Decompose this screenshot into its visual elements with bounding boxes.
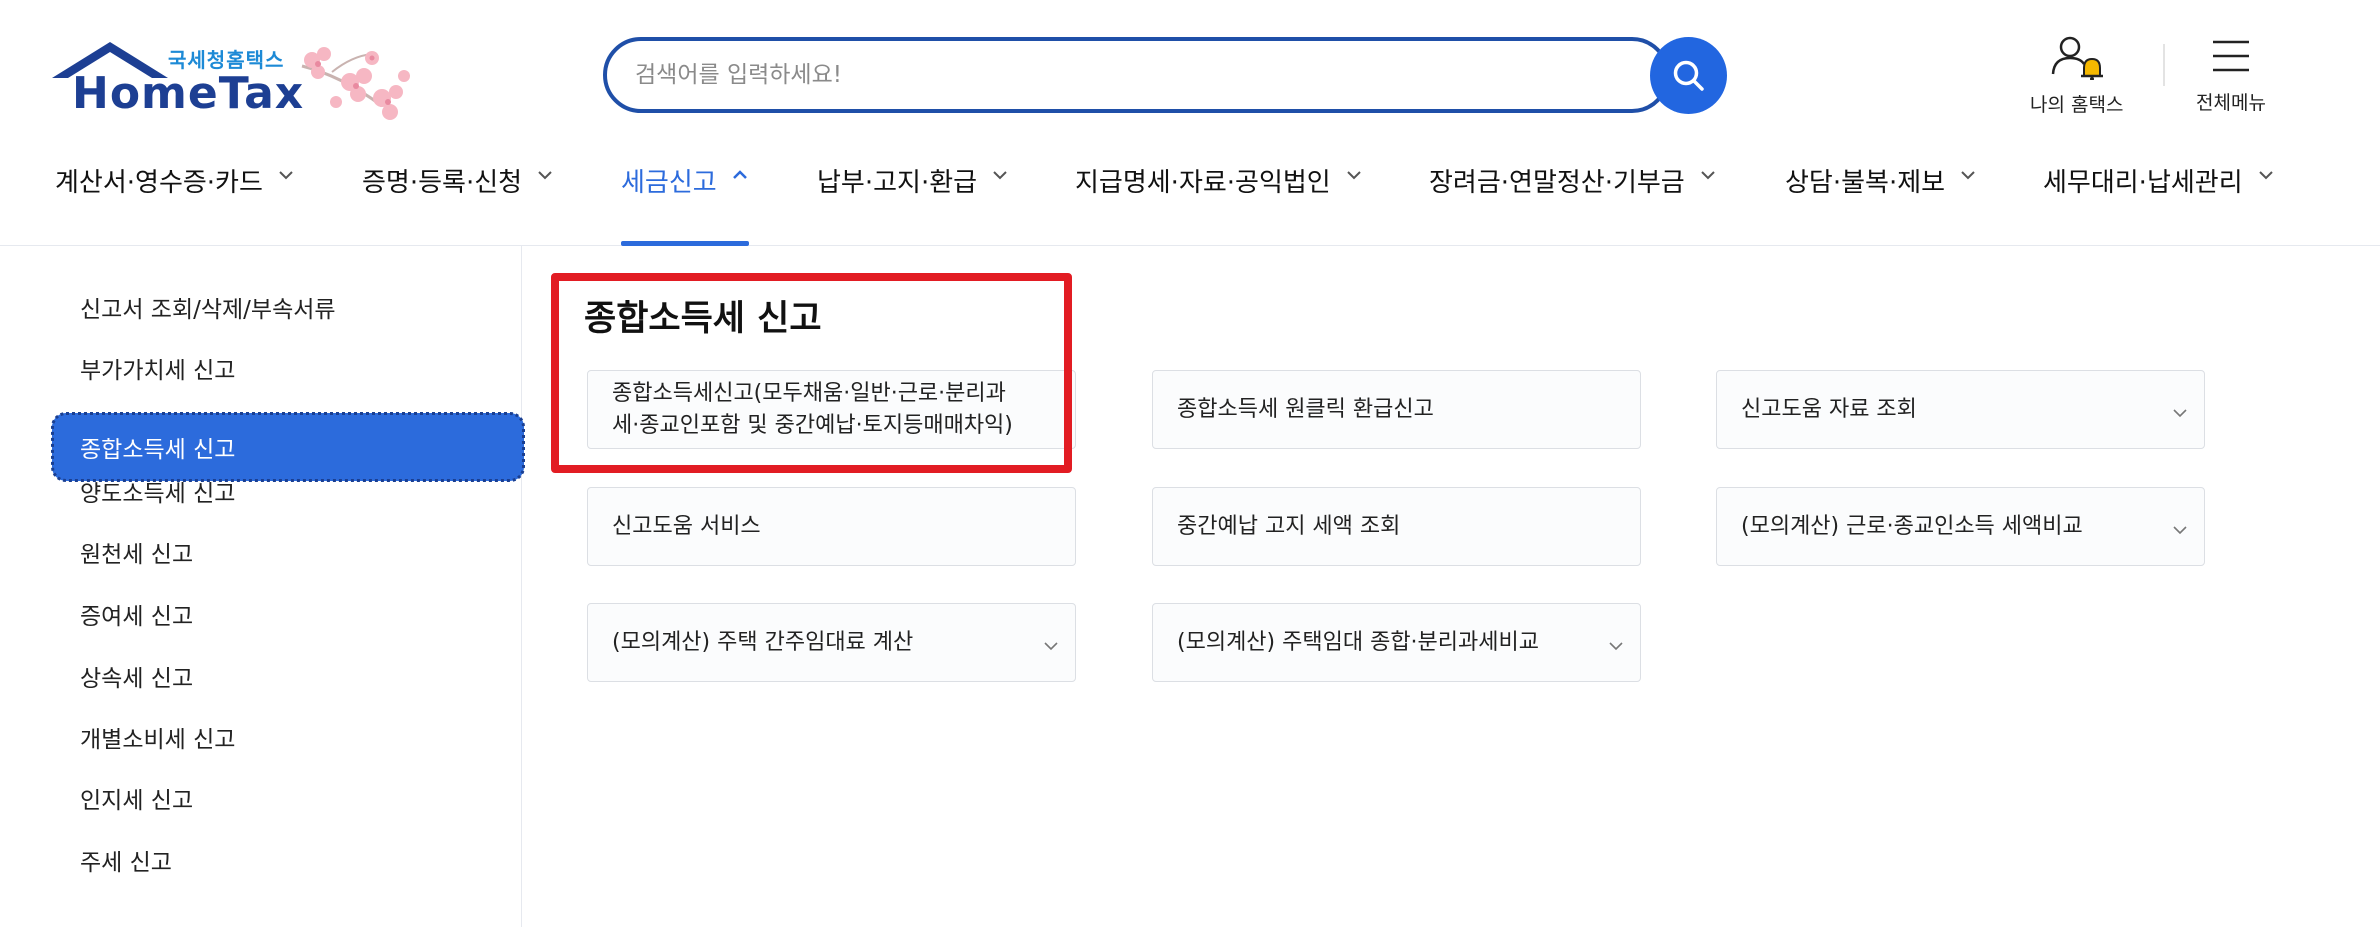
card-label: 신고도움 자료 조회 xyxy=(1741,396,1917,422)
chevron-down-icon xyxy=(2258,171,2273,180)
cherry-blossom-icon xyxy=(301,47,410,120)
gnb-label: 장려금·연말정산·기부금 xyxy=(1429,168,1685,198)
sidebar-item-capital-gains[interactable]: 양도소득세 신고 xyxy=(52,460,524,522)
card-mock-deemed-rent[interactable]: (모의계산) 주택 간주임대료 계산 xyxy=(587,603,1076,682)
card-filing-help-service[interactable]: 신고도움 서비스 xyxy=(587,487,1076,566)
chevron-down-icon xyxy=(1701,171,1715,180)
sidebar-item-label: 인지세 신고 xyxy=(80,788,194,814)
gnb-label: 계산서·영수증·카드 xyxy=(55,168,263,198)
card-label: 종합소득세신고(모두채움·일반·근로·분리과 세·종교인포함 및 중간예납·토지… xyxy=(612,378,1013,442)
sidebar-item-inheritance[interactable]: 상속세 신고 xyxy=(52,645,524,707)
sidebar-item-label: 주세 신고 xyxy=(80,850,172,876)
gnb-label: 납부·고지·환급 xyxy=(817,168,978,198)
sidebar-item-withholding[interactable]: 원천세 신고 xyxy=(52,521,524,583)
my-hometax-label: 나의 홈택스 xyxy=(2030,94,2124,116)
card-mock-wage-compare[interactable]: (모의계산) 근로·종교인소득 세액비교 xyxy=(1716,487,2205,566)
gnb-item-invoice[interactable]: 계산서·영수증·카드 xyxy=(55,162,295,246)
chevron-down-icon xyxy=(1961,171,1975,180)
sidebar-item-liquor[interactable]: 주세 신고 xyxy=(52,829,524,891)
my-hometax-button[interactable]: 나의 홈택스 xyxy=(2030,34,2123,117)
card-label-line: 세·종교인포함 및 중간예납·토지등매매차익) xyxy=(612,412,1013,438)
chevron-down-icon xyxy=(1347,171,1361,180)
gnb-label: 세금신고 xyxy=(621,168,717,198)
all-menu-button[interactable]: 전체메뉴 xyxy=(2196,34,2266,115)
sidebar-item-label: 양도소득세 신고 xyxy=(80,481,236,507)
sidebar-item-label: 신고서 조회/삭제/부속서류 xyxy=(80,297,336,323)
search-input[interactable] xyxy=(635,55,1535,95)
gnb-item-tax-filing[interactable]: 세금신고 xyxy=(621,162,749,246)
gnb-label: 세무대리·납세관리 xyxy=(2043,168,2243,198)
chevron-up-icon xyxy=(732,170,747,179)
search-box xyxy=(603,37,1670,113)
chevron-down-icon xyxy=(279,171,293,180)
sidebar: 신고서 조회/삭제/부속서류 부가가치세 신고 종합소득세 신고 양도소득세 신… xyxy=(0,246,525,927)
sidebar-item-label: 상속세 신고 xyxy=(80,666,194,692)
chevron-down-icon xyxy=(2173,526,2187,535)
global-nav: 계산서·영수증·카드 증명·등록·신청 세금신고 납부·고지·환급 지급명세·자… xyxy=(0,150,2380,246)
sidebar-item-stamp[interactable]: 인지세 신고 xyxy=(52,767,524,829)
logo-english-text: HomeTax xyxy=(72,68,305,119)
card-label: (모의계산) 주택 간주임대료 계산 xyxy=(612,629,914,655)
sidebar-item-label: 부가가치세 신고 xyxy=(80,358,236,384)
gnb-label: 증명·등록·신청 xyxy=(362,168,523,198)
card-income-tax-filing[interactable]: 종합소득세신고(모두채움·일반·근로·분리과 세·종교인포함 및 중간예납·토지… xyxy=(587,370,1076,449)
gnb-label: 상담·불복·제보 xyxy=(1785,168,1946,198)
card-one-click-refund[interactable]: 종합소득세 원클릭 환급신고 xyxy=(1152,370,1641,449)
sidebar-item-label: 원천세 신고 xyxy=(80,542,194,568)
card-label: (모의계산) 주택임대 종합·분리과세비교 xyxy=(1177,629,1539,655)
hometax-logo[interactable]: 국세청홈택스 HomeTax xyxy=(52,30,422,130)
sidebar-item-vat[interactable]: 부가가치세 신고 xyxy=(52,337,524,399)
util-divider xyxy=(2163,44,2165,86)
gnb-item-incentives[interactable]: 장려금·연말정산·기부금 xyxy=(1429,162,1717,246)
chevron-down-icon xyxy=(1609,642,1623,651)
chevron-down-icon xyxy=(2173,409,2187,418)
sidebar-item-label: 개별소비세 신고 xyxy=(80,727,236,753)
card-label-line: 종합소득세신고(모두채움·일반·근로·분리과 xyxy=(612,380,1006,406)
card-label: 신고도움 서비스 xyxy=(612,513,761,539)
search-button[interactable] xyxy=(1650,37,1727,114)
header: 국세청홈택스 HomeTax 검색어를 입력하세요! 나의 홈택스 전체메뉴 계… xyxy=(0,0,2380,246)
gnb-item-tax-agent[interactable]: 세무대리·납세관리 xyxy=(2043,162,2275,246)
gnb-label: 지급명세·자료·공익법인 xyxy=(1075,168,1331,198)
sidebar-item-gift-tax[interactable]: 증여세 신고 xyxy=(52,583,524,645)
sidebar-item-label: 증여세 신고 xyxy=(80,604,194,630)
search-icon xyxy=(1673,60,1704,91)
sidebar-item-report-lookup[interactable]: 신고서 조회/삭제/부속서류 xyxy=(52,276,524,338)
card-mock-rental-compare[interactable]: (모의계산) 주택임대 종합·분리과세비교 xyxy=(1152,603,1641,682)
all-menu-label: 전체메뉴 xyxy=(2196,92,2266,114)
chevron-down-icon xyxy=(538,171,552,180)
gnb-item-consulting[interactable]: 상담·불복·제보 xyxy=(1785,162,1977,246)
sidebar-item-consumption[interactable]: 개별소비세 신고 xyxy=(52,706,524,768)
page-title: 종합소득세 신고 xyxy=(584,299,822,339)
card-label: 중간예납 고지 세액 조회 xyxy=(1177,513,1401,539)
chevron-down-icon xyxy=(993,171,1007,180)
gnb-item-payment[interactable]: 납부·고지·환급 xyxy=(817,162,1009,246)
sidebar-item-label: 종합소득세 신고 xyxy=(80,437,236,463)
gnb-item-certificate[interactable]: 증명·등록·신청 xyxy=(362,162,554,246)
card-label: (모의계산) 근로·종교인소득 세액비교 xyxy=(1741,513,2083,539)
card-label: 종합소득세 원클릭 환급신고 xyxy=(1177,396,1434,422)
hamburger-menu-icon xyxy=(2212,40,2249,72)
chevron-down-icon xyxy=(1044,642,1058,651)
gnb-item-statements[interactable]: 지급명세·자료·공익법인 xyxy=(1075,162,1363,246)
user-bell-icon xyxy=(2051,36,2103,80)
card-interim-notice[interactable]: 중간예납 고지 세액 조회 xyxy=(1152,487,1641,566)
card-filing-help-data[interactable]: 신고도움 자료 조회 xyxy=(1716,370,2205,449)
